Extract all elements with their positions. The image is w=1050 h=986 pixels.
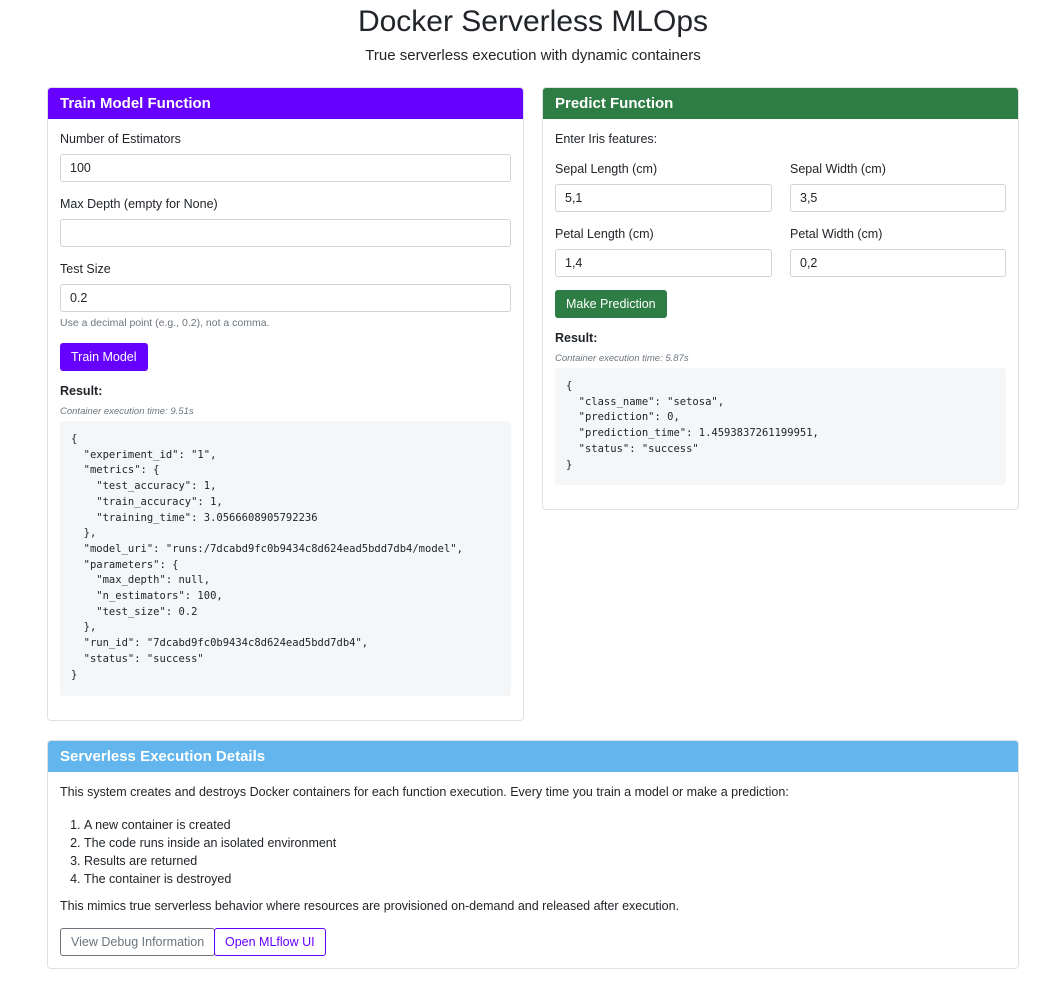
- predict-result-json: { "class_name": "setosa", "prediction": …: [555, 368, 1006, 485]
- petal-width-input[interactable]: [790, 249, 1006, 277]
- predict-intro: Enter Iris features:: [555, 132, 658, 146]
- list-item: A new container is created: [84, 816, 336, 834]
- sepal-width-label: Sepal Width (cm): [790, 162, 886, 176]
- petal-length-input[interactable]: [555, 249, 772, 277]
- train-exec-time: Container execution time: 9.51s: [60, 406, 194, 417]
- make-prediction-button[interactable]: Make Prediction: [555, 290, 667, 318]
- details-steps-list: A new container is created The code runs…: [84, 816, 336, 888]
- execution-details-card: Serverless Execution Details This system…: [47, 740, 1019, 969]
- petal-length-label: Petal Length (cm): [555, 227, 654, 241]
- predict-card-header: Predict Function: [543, 88, 1018, 119]
- list-item: Results are returned: [84, 852, 336, 870]
- details-card-header: Serverless Execution Details: [48, 741, 1018, 772]
- test-size-input[interactable]: [60, 284, 511, 312]
- details-outro: This mimics true serverless behavior whe…: [60, 899, 680, 913]
- view-debug-button[interactable]: View Debug Information: [60, 928, 216, 956]
- petal-width-label: Petal Width (cm): [790, 227, 883, 241]
- sepal-width-input[interactable]: [790, 184, 1006, 212]
- train-card-header: Train Model Function: [48, 88, 523, 119]
- sepal-length-input[interactable]: [555, 184, 772, 212]
- predict-result-label: Result:: [555, 331, 598, 345]
- train-result-json: { "experiment_id": "1", "metrics": { "te…: [60, 421, 511, 696]
- list-item: The code runs inside an isolated environ…: [84, 834, 336, 852]
- test-size-hint: Use a decimal point (e.g., 0.2), not a c…: [60, 317, 270, 329]
- list-item: The container is destroyed: [84, 870, 336, 888]
- details-intro: This system creates and destroys Docker …: [60, 785, 789, 799]
- n-estimators-label: Number of Estimators: [60, 132, 181, 146]
- train-result-label: Result:: [60, 384, 103, 398]
- predict-exec-time: Container execution time: 5.87s: [555, 353, 689, 364]
- n-estimators-input[interactable]: [60, 154, 511, 182]
- open-mlflow-button[interactable]: Open MLflow UI: [214, 928, 326, 956]
- test-size-label: Test Size: [60, 262, 111, 276]
- max-depth-label: Max Depth (empty for None): [60, 197, 218, 211]
- sepal-length-label: Sepal Length (cm): [555, 162, 658, 176]
- predict-card: Predict Function Enter Iris features: Se…: [542, 87, 1019, 510]
- max-depth-input[interactable]: [60, 219, 511, 247]
- train-model-card: Train Model Function Number of Estimator…: [47, 87, 524, 721]
- train-model-button[interactable]: Train Model: [60, 343, 148, 371]
- page-subtitle: True serverless execution with dynamic c…: [365, 47, 701, 64]
- page-title: Docker Serverless MLOps: [357, 5, 709, 38]
